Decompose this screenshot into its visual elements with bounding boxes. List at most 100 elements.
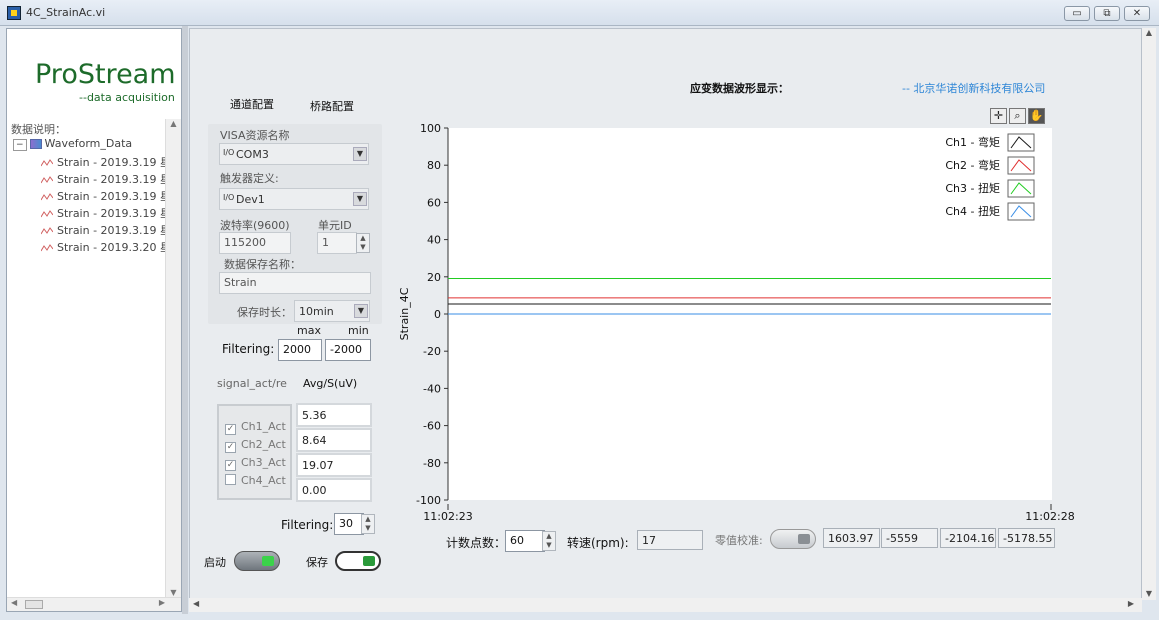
- y-tick-label: 20: [427, 271, 441, 284]
- channel-label: Ch4_Act: [241, 474, 286, 487]
- filtering2-field[interactable]: 30: [334, 513, 364, 535]
- tree-item[interactable]: Strain - 2019.3.20 星: [41, 239, 171, 255]
- legend-swatch[interactable]: [1007, 133, 1035, 152]
- tree-root-label: Waveform_Data: [44, 137, 133, 150]
- company-name: -- 北京华诺创新科技有限公司: [902, 82, 1046, 95]
- tree-horizontal-scrollbar[interactable]: ◀ ▶: [7, 597, 181, 611]
- y-tick-label: 60: [427, 196, 441, 209]
- legend-swatch[interactable]: [1007, 202, 1035, 221]
- scroll-down-icon[interactable]: ▼: [1142, 589, 1156, 598]
- tree-root[interactable]: − Waveform_Data: [13, 137, 133, 151]
- y-tick-label: 100: [420, 122, 441, 135]
- save-button[interactable]: [335, 551, 381, 571]
- duration-value: 10min: [299, 305, 334, 318]
- channel-avg-value-1: 5.36: [296, 403, 372, 427]
- trigger-select[interactable]: I/O Dev1 ▼: [219, 188, 369, 210]
- main-horizontal-scrollbar[interactable]: ◀ ▶: [189, 598, 1142, 612]
- left-pane: ProStream --data acquisition 数据说明： − Wave…: [6, 28, 182, 612]
- tab-bridge-config[interactable]: 桥路配置: [310, 98, 354, 114]
- unit-id-stepper[interactable]: ▲ ▼: [356, 233, 370, 253]
- scroll-up-icon[interactable]: ▲: [166, 119, 181, 128]
- tree-item[interactable]: Strain - 2019.3.19 星: [41, 171, 171, 187]
- waveform-icon: [41, 227, 53, 235]
- start-indicator-icon: [262, 556, 274, 566]
- checkbox-icon[interactable]: ✓: [225, 424, 236, 435]
- tree-item[interactable]: Strain - 2019.3.19 星: [41, 205, 171, 221]
- filtering2-stepper[interactable]: ▲ ▼: [361, 514, 375, 534]
- tree-item[interactable]: Strain - 2019.3.19 星: [41, 154, 171, 170]
- count-stepper[interactable]: ▲ ▼: [542, 531, 556, 551]
- legend-swatch[interactable]: [1007, 179, 1035, 198]
- channel-checkbox-1[interactable]: ✓ Ch1_Act: [225, 420, 286, 435]
- visa-resource-select[interactable]: I/O COM3 ▼: [219, 143, 369, 165]
- filtering-label: Filtering:: [222, 342, 275, 356]
- unit-id-field[interactable]: 1: [317, 232, 357, 254]
- zero-calibrate-button[interactable]: [770, 529, 816, 549]
- labview-app-icon: [7, 6, 21, 20]
- scroll-thumb[interactable]: [25, 600, 43, 609]
- tree-item[interactable]: Strain - 2019.3.19 星: [41, 222, 171, 238]
- zero-indicator-icon: [798, 534, 810, 544]
- chevron-down-icon[interactable]: ▼: [354, 304, 368, 318]
- tab-channel-config[interactable]: 通道配置: [230, 96, 274, 112]
- waveform-chart[interactable]: 100 80 60 40 20 0 -20 -40 -60 -80 -100 Ch1 - 弯矩 Ch2…: [396, 118, 1076, 530]
- pane-splitter[interactable]: [182, 26, 188, 614]
- start-button[interactable]: [234, 551, 280, 571]
- tree-vertical-scrollbar[interactable]: ▲ ▼: [165, 119, 181, 597]
- count-field[interactable]: 60: [505, 530, 545, 552]
- main-vertical-scrollbar[interactable]: ▲ ▼: [1142, 28, 1156, 600]
- tree-item-label: Strain - 2019.3.19 星: [57, 156, 172, 169]
- y-tick-label: -40: [423, 382, 441, 395]
- tree-header: 数据说明：: [11, 123, 66, 136]
- checkbox-icon[interactable]: ✓: [225, 442, 236, 453]
- y-tick-label: -80: [423, 457, 441, 470]
- baud-field[interactable]: 115200: [219, 232, 291, 254]
- channel-label: Ch1_Act: [241, 420, 286, 433]
- close-button[interactable]: ✕: [1124, 6, 1150, 21]
- chevron-down-icon[interactable]: ▼: [353, 147, 367, 161]
- scroll-down-icon[interactable]: ▼: [166, 588, 181, 597]
- scroll-up-icon[interactable]: ▲: [1142, 28, 1156, 37]
- chevron-down-icon[interactable]: ▼: [353, 192, 367, 206]
- tree-item-label: Strain - 2019.3.19 星: [57, 224, 172, 237]
- scroll-left-icon[interactable]: ◀: [11, 598, 17, 607]
- io-icon: I/O: [223, 193, 235, 202]
- checkbox-icon[interactable]: ✓: [225, 460, 236, 471]
- channel-avg-value-2: 8.64: [296, 428, 372, 452]
- y-tick-label: -100: [416, 494, 441, 507]
- data-tree[interactable]: 数据说明： − Waveform_Data Strain - 2019.3.19 …: [7, 119, 181, 597]
- maximize-button[interactable]: ⧉: [1094, 6, 1120, 21]
- channel-checkbox-4[interactable]: Ch4_Act: [225, 474, 286, 487]
- duration-label: 保存时长：: [237, 306, 292, 319]
- channel-checkbox-3[interactable]: ✓ Ch3_Act: [225, 456, 286, 471]
- speed-display: 17: [637, 530, 703, 550]
- channel-checkbox-2[interactable]: ✓ Ch2_Act: [225, 438, 286, 453]
- baud-label: 波特率(9600): [220, 219, 290, 232]
- visa-value: COM3: [236, 148, 269, 161]
- tree-item[interactable]: Strain - 2019.3.19 星: [41, 188, 171, 204]
- scroll-left-icon[interactable]: ◀: [193, 599, 199, 608]
- waveform-icon: [41, 176, 53, 184]
- save-name-field[interactable]: Strain: [219, 272, 371, 294]
- waveform-icon: [41, 193, 53, 201]
- scroll-right-icon[interactable]: ▶: [159, 598, 165, 607]
- duration-select[interactable]: 10min ▼: [294, 300, 370, 322]
- y-tick-label: 80: [427, 159, 441, 172]
- channel-avg-value-4: 0.00: [296, 478, 372, 502]
- signal-header: signal_act/re: [217, 377, 287, 390]
- tree-item-label: Strain - 2019.3.20 星: [57, 241, 172, 254]
- tree-item-label: Strain - 2019.3.19 星: [57, 207, 172, 220]
- minimize-button[interactable]: ▭: [1064, 6, 1090, 21]
- zero-value-3: -2104.16: [940, 528, 996, 548]
- save-label: 保存: [306, 556, 328, 569]
- unit-id-label: 单元ID: [318, 219, 352, 232]
- y-tick-label: -60: [423, 420, 441, 433]
- filter-min-field[interactable]: -2000: [325, 339, 371, 361]
- filter-max-field[interactable]: 2000: [278, 339, 322, 361]
- logo-subtitle: --data acquisition: [79, 91, 175, 104]
- checkbox-icon[interactable]: [225, 474, 236, 485]
- legend-swatch[interactable]: [1007, 156, 1035, 175]
- x-tick-label: 11:02:23: [423, 510, 472, 523]
- scroll-right-icon[interactable]: ▶: [1128, 599, 1134, 608]
- collapse-icon[interactable]: −: [13, 139, 27, 151]
